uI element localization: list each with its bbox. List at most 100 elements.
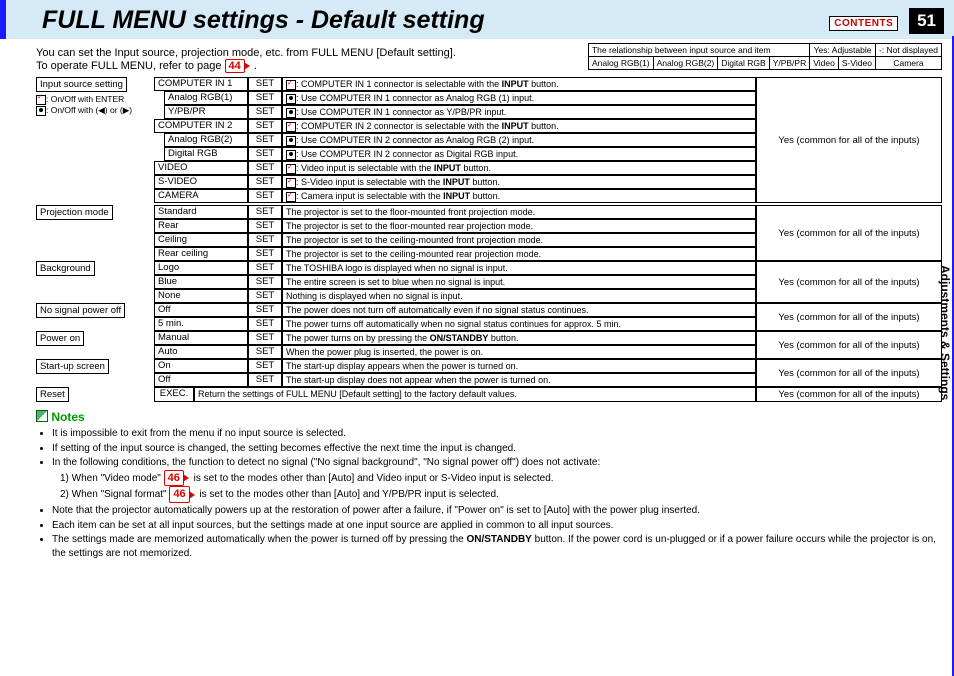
note-item: If setting of the input source is change… xyxy=(52,442,942,456)
opt-desc: The projector is set to the floor-mounte… xyxy=(282,219,756,233)
yes-common: Yes (common for all of the inputs) xyxy=(756,331,942,359)
set-btn[interactable]: SET xyxy=(248,219,282,233)
notes-section: Notes It is impossible to exit from the … xyxy=(36,410,942,560)
note-item: The settings made are memorized automati… xyxy=(52,533,942,560)
set-btn[interactable]: SET xyxy=(248,205,282,219)
opt-name: Auto xyxy=(154,345,248,359)
rel-col: Y/PB/PR xyxy=(769,57,810,70)
set-btn[interactable]: SET xyxy=(248,275,282,289)
page-ref-44[interactable]: 44 xyxy=(225,59,245,73)
cat-box: No signal power off xyxy=(36,303,125,318)
opt-desc: The projector is set to the ceiling-moun… xyxy=(282,233,756,247)
cat-box: Power on xyxy=(36,331,84,346)
opt-name: None xyxy=(154,289,248,303)
opt-name: Ceiling xyxy=(154,233,248,247)
note-item: Each item can be set at all input source… xyxy=(52,519,942,533)
set-btn[interactable]: SET xyxy=(248,289,282,303)
opt-desc: : Use COMPUTER IN 2 connector as Digital… xyxy=(282,147,756,161)
opt-desc: When the power plug is inserted, the pow… xyxy=(282,345,756,359)
set-btn[interactable]: SET xyxy=(248,373,282,387)
set-btn[interactable]: SET xyxy=(248,77,282,91)
notes-title: Notes xyxy=(51,410,84,424)
set-btn[interactable]: SET xyxy=(248,331,282,345)
opt-name: Blue xyxy=(154,275,248,289)
yes-common: Yes (common for all of the inputs) xyxy=(756,303,942,331)
rel-col: S-Video xyxy=(838,57,875,70)
header-bar: FULL MENU settings - Default setting CON… xyxy=(0,0,954,39)
opt-desc: : Video input is selectable with the INP… xyxy=(282,161,756,175)
set-btn[interactable]: SET xyxy=(248,303,282,317)
set-btn[interactable]: SET xyxy=(248,261,282,275)
opt-desc: The projector is set to the ceiling-moun… xyxy=(282,247,756,261)
opt-desc: The entire screen is set to blue when no… xyxy=(282,275,756,289)
rel-no: -: Not displayed xyxy=(875,44,941,57)
legend1: : On/Off with ENTER xyxy=(46,94,124,104)
opt-name: Off xyxy=(154,303,248,317)
set-btn[interactable]: SET xyxy=(248,147,282,161)
cat-box: Start-up screen xyxy=(36,359,109,374)
side-tab: Adjustments & Settings xyxy=(938,265,952,400)
page-ref-46[interactable]: 46 xyxy=(164,470,184,487)
opt-name: COMPUTER IN 1 xyxy=(154,77,248,91)
reset-desc: Return the settings of FULL MENU [Defaul… xyxy=(194,387,756,402)
relationship-table: The relationship between input source an… xyxy=(588,43,942,70)
yes-common: Yes (common for all of the inputs) xyxy=(756,261,942,303)
intro-line2a: To operate FULL MENU, refer to page xyxy=(36,60,225,72)
set-btn[interactable]: SET xyxy=(248,359,282,373)
contents-button[interactable]: CONTENTS xyxy=(829,16,898,31)
opt-name: 5 min. xyxy=(154,317,248,331)
opt-desc: : Use COMPUTER IN 1 connector as Analog … xyxy=(282,91,756,105)
yes-common: Yes (common for all of the inputs) xyxy=(756,77,942,203)
cat-reset: Reset xyxy=(36,387,69,402)
dot-icon xyxy=(36,106,46,116)
set-btn[interactable]: SET xyxy=(248,119,282,133)
yes-common: Yes (common for all of the inputs) xyxy=(756,205,942,261)
rel-text: The relationship between input source an… xyxy=(588,44,809,57)
page-ref-46[interactable]: 46 xyxy=(169,486,189,503)
set-btn[interactable]: SET xyxy=(248,91,282,105)
opt-desc: : Use COMPUTER IN 2 connector as Analog … xyxy=(282,133,756,147)
intro-line1: You can set the Input source, projection… xyxy=(36,47,456,59)
set-btn[interactable]: SET xyxy=(248,161,282,175)
check-icon xyxy=(286,192,296,202)
legend2: : On/Off with (◀) or (▶) xyxy=(46,105,132,115)
set-btn[interactable]: SET xyxy=(248,189,282,203)
opt-name: Analog RGB(2) xyxy=(164,133,248,147)
opt-desc: Nothing is displayed when no signal is i… xyxy=(282,289,756,303)
page-title: FULL MENU settings - Default setting xyxy=(42,6,485,35)
cat-box: Projection mode xyxy=(36,205,113,220)
opt-desc: : Use COMPUTER IN 1 connector as Y/PB/PR… xyxy=(282,105,756,119)
intro-line2b: . xyxy=(254,60,257,72)
set-btn[interactable]: SET xyxy=(248,317,282,331)
rel-col: Camera xyxy=(875,57,941,70)
note-item: Note that the projector automatically po… xyxy=(52,504,942,518)
dot-icon xyxy=(286,136,296,146)
opt-desc: : COMPUTER IN 1 connector is selectable … xyxy=(282,77,756,91)
opt-desc: The power turns on by pressing the ON/ST… xyxy=(282,331,756,345)
set-btn[interactable]: SET xyxy=(248,345,282,359)
rel-col: Video xyxy=(810,57,839,70)
check-icon xyxy=(286,80,296,90)
opt-desc: The power does not turn off automaticall… xyxy=(282,303,756,317)
opt-desc: : Camera input is selectable with the IN… xyxy=(282,189,756,203)
opt-desc: The start-up display appears when the po… xyxy=(282,359,756,373)
set-btn[interactable]: SET xyxy=(248,175,282,189)
set-btn[interactable]: SET xyxy=(248,247,282,261)
cat-input: Input source setting xyxy=(36,77,127,92)
opt-name: Analog RGB(1) xyxy=(164,91,248,105)
yes-common: Yes (common for all of the inputs) xyxy=(756,359,942,387)
dot-icon xyxy=(286,108,296,118)
opt-name: CAMERA xyxy=(154,189,248,203)
dot-icon xyxy=(286,94,296,104)
opt-name: Manual xyxy=(154,331,248,345)
set-btn[interactable]: SET xyxy=(248,133,282,147)
check-icon xyxy=(36,95,46,105)
yes-common: Yes (common for all of the inputs) xyxy=(756,387,942,402)
exec-btn[interactable]: EXEC. xyxy=(154,387,194,402)
opt-name: Standard xyxy=(154,205,248,219)
set-btn[interactable]: SET xyxy=(248,105,282,119)
opt-name: Off xyxy=(154,373,248,387)
note-item: It is impossible to exit from the menu i… xyxy=(52,427,942,441)
check-icon xyxy=(286,122,296,132)
set-btn[interactable]: SET xyxy=(248,233,282,247)
